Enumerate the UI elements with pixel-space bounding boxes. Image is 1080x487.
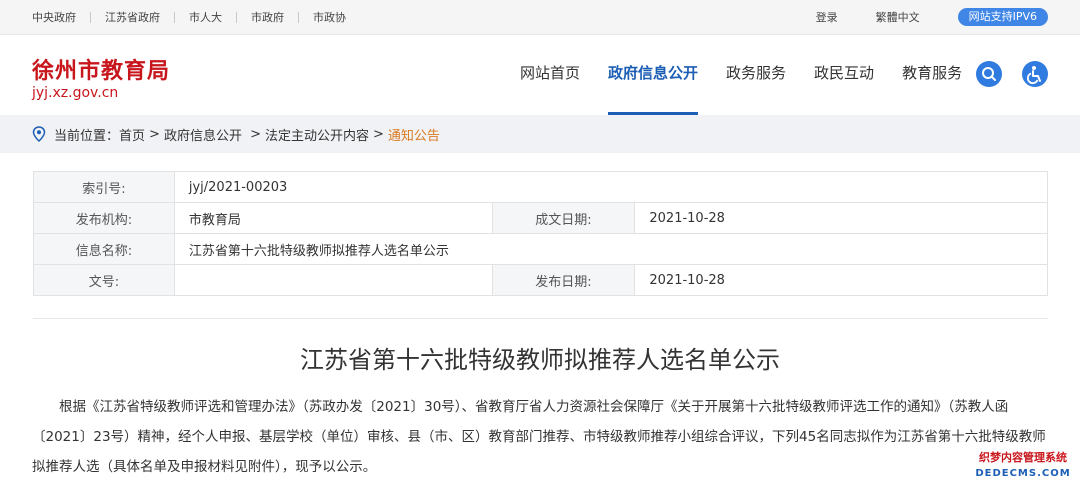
top-link-city-congress[interactable]: 市人大	[175, 9, 236, 25]
breadcrumb-separator: >	[149, 126, 160, 142]
publish-date-value: 2021-10-28	[634, 264, 1048, 296]
article-title: 江苏省第十六批特级教师拟推荐人选名单公示	[300, 346, 780, 374]
nav-item-education[interactable]: 教育服务	[902, 35, 962, 115]
breadcrumb-separator: >	[245, 126, 261, 142]
search-icon	[982, 67, 996, 81]
breadcrumb-separator: >	[373, 126, 384, 142]
formed-date-value: 2021-10-28	[634, 202, 1048, 234]
ipv6-badge[interactable]: 网站支持IPV6	[957, 8, 1048, 26]
main-nav: 网站首页 政府信息公开 政务服务 政民互动 教育服务	[520, 35, 990, 115]
location-pin-icon	[32, 126, 46, 142]
search-button[interactable]	[976, 61, 1002, 87]
breadcrumb-current[interactable]: 通知公告	[388, 125, 440, 144]
name-label: 信息名称:	[33, 233, 175, 265]
breadcrumb-gov-info[interactable]: 政府信息公开	[164, 125, 242, 144]
top-link-province-gov[interactable]: 江苏省政府	[91, 9, 174, 25]
top-link-cppcc[interactable]: 市政协	[299, 9, 360, 25]
accessibility-button[interactable]	[1022, 61, 1048, 87]
publish-date-label: 发布日期:	[491, 264, 636, 296]
document-info-table: 索引号: jyj/2021-00203 发布机构: 市教育局 成文日期: 202…	[33, 171, 1049, 296]
watermark-logo: 织梦内容管理系统 DEDECMS.COM	[968, 450, 1078, 485]
info-row-index: 索引号: jyj/2021-00203	[33, 171, 1049, 203]
org-value: 市教育局	[173, 202, 493, 234]
watermark-line1: 织梦内容管理系统	[979, 451, 1067, 464]
content-divider	[33, 318, 1048, 319]
top-right: 登录 繁體中文 网站支持IPV6	[816, 0, 1048, 34]
index-value: jyj/2021-00203	[173, 171, 1049, 203]
info-row-org: 发布机构: 市教育局 成文日期: 2021-10-28	[33, 202, 1048, 234]
org-label: 发布机构:	[33, 202, 175, 234]
site-logo-title[interactable]: 徐州市教育局	[32, 53, 170, 85]
index-label: 索引号:	[33, 171, 175, 203]
breadcrumb-prefix: 当前位置：	[54, 128, 120, 144]
formed-date-label: 成文日期:	[491, 202, 636, 234]
top-link-city-gov[interactable]: 市政府	[237, 9, 298, 25]
breadcrumb-legal-content[interactable]: 法定主动公开内容	[265, 125, 369, 144]
site-header: 徐州市教育局 jyj.xz.gov.cn 网站首页 政府信息公开 政务服务 政民…	[0, 35, 1080, 115]
top-bar: 中央政府 江苏省政府 市人大 市政府 市政协 登录 繁體中文 网站支持IPV6	[0, 0, 1080, 35]
name-value: 江苏省第十六批特级教师拟推荐人选名单公示	[173, 233, 1049, 265]
top-links: 中央政府 江苏省政府 市人大 市政府 市政协	[32, 0, 360, 34]
article-body: 根据《江苏省特级教师评选和管理办法》（苏政办发〔2021〕30号）、省教育厅省人…	[32, 399, 1046, 475]
docno-label: 文号:	[33, 264, 175, 296]
accessibility-icon	[1026, 66, 1041, 85]
breadcrumb-home[interactable]: 首页	[119, 125, 145, 144]
nav-item-gov-info[interactable]: 政府信息公开	[608, 35, 699, 115]
info-row-docno: 文号: 发布日期: 2021-10-28	[33, 264, 1048, 296]
nav-item-services[interactable]: 政务服务	[726, 35, 786, 115]
login-link[interactable]: 登录	[816, 9, 838, 25]
docno-value	[173, 264, 493, 296]
top-link-central-gov[interactable]: 中央政府	[32, 9, 90, 25]
site-logo-url: jyj.xz.gov.cn	[32, 85, 119, 101]
traditional-chinese-link[interactable]: 繁體中文	[876, 9, 920, 25]
breadcrumb: 当前位置： 首页 > 政府信息公开 > 法定主动公开内容 > 通知公告	[0, 115, 1080, 153]
watermark-line2: DEDECMS.COM	[975, 468, 1071, 479]
nav-item-home[interactable]: 网站首页	[520, 35, 580, 115]
nav-item-interaction[interactable]: 政民互动	[814, 35, 874, 115]
info-row-name: 信息名称: 江苏省第十六批特级教师拟推荐人选名单公示	[33, 233, 1049, 265]
